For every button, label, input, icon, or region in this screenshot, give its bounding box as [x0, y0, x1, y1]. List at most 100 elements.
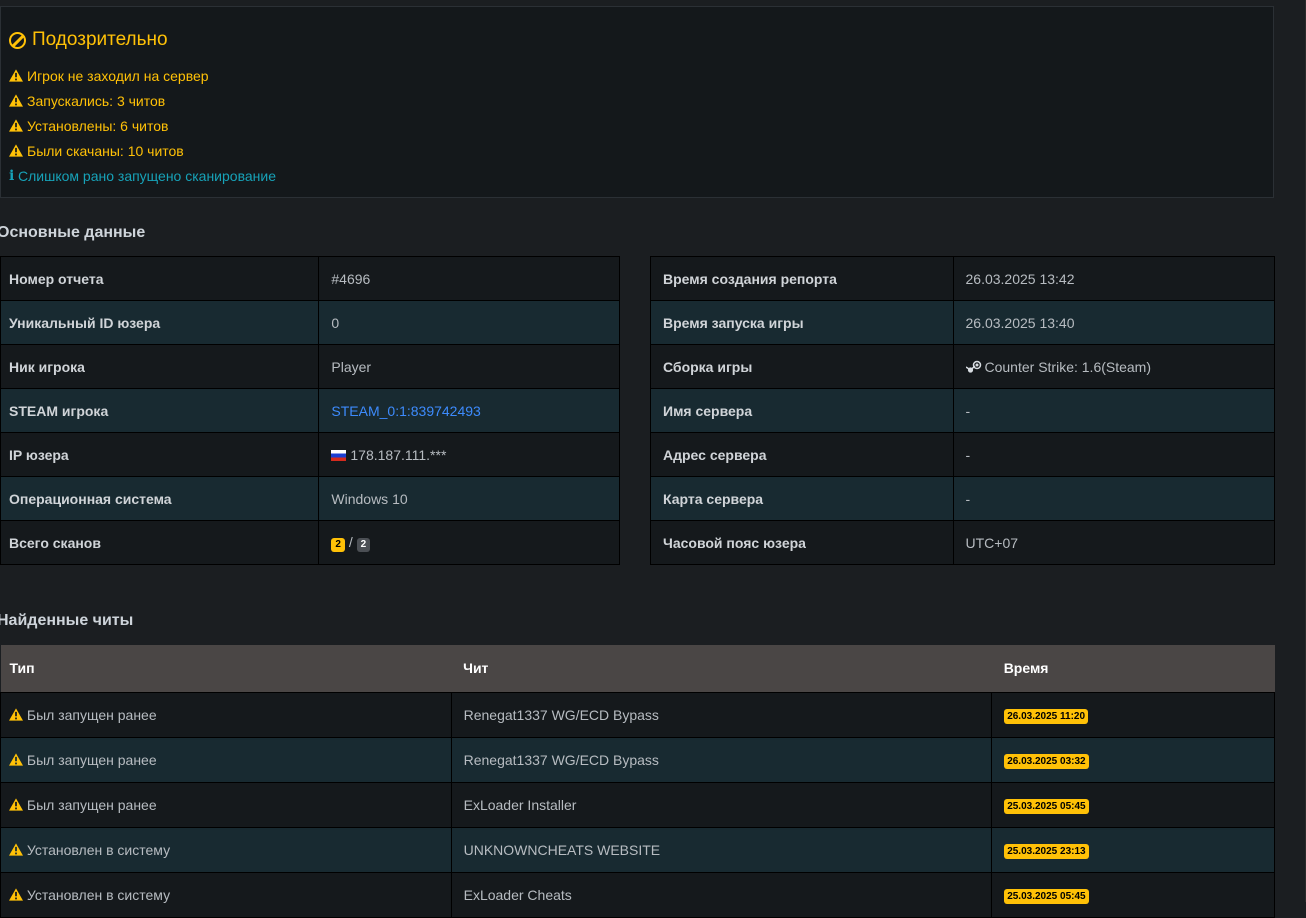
field-value: -: [952, 432, 1275, 477]
warning-icon: [9, 842, 23, 856]
cheat-type-cell: Был запущен ранее: [0, 781, 452, 828]
cheat-type-cell: Установлен в систему: [0, 826, 452, 873]
warning-icon: [9, 119, 23, 132]
field-value: Player: [318, 344, 620, 389]
table-row: Номер отчета #4696: [0, 256, 620, 301]
ip-cell: 178.187.111.***: [318, 432, 620, 477]
steam-id-cell: STEAM_0:1:839742493: [318, 388, 620, 433]
cheat-type: Установлен в систему: [26, 841, 171, 858]
field-label: Адрес сервера: [650, 432, 954, 477]
warning-icon: [9, 887, 23, 901]
field-label: IP юзера: [0, 432, 320, 477]
table-row: Ник игрока Player: [0, 344, 620, 389]
alert-line-text: Слишком рано запущено сканирование: [18, 167, 276, 184]
field-value: 0: [318, 300, 620, 345]
cheat-name: ExLoader Cheats: [450, 871, 993, 918]
column-header-time[interactable]: Время: [991, 645, 1275, 692]
alert-line: Установлены: 6 читов: [9, 113, 276, 138]
table-row: Адрес сервера -: [650, 432, 1275, 477]
time-badge: 25.03.2025 05:45: [1004, 888, 1089, 904]
ip-value: 178.187.111.***: [350, 446, 447, 463]
table-row: Время запуска игры 26.03.2025 13:40: [650, 300, 1275, 345]
field-label: Имя сервера: [650, 388, 954, 433]
field-label: Уникальный ID юзера: [0, 300, 320, 345]
alert-line-text: Установлены: 6 читов: [27, 117, 169, 134]
field-label: Операционная система: [0, 476, 320, 521]
alert-line-text: Запускались: 3 читов: [27, 92, 166, 109]
table-row: Установлен в систему UNKNOWNCHEATS WEBSI…: [0, 826, 1275, 873]
cheat-name: UNKNOWNCHEATS WEBSITE: [450, 826, 993, 873]
table-row: Карта сервера -: [650, 476, 1275, 521]
cheat-time-cell: 25.03.2025 23:13: [991, 826, 1275, 873]
warning-icon: [9, 752, 23, 766]
table-header-row: Тип Чит Время: [0, 645, 1275, 692]
alert-line: Были скачаны: 10 читов: [9, 138, 276, 163]
time-badge: 26.03.2025 03:32: [1004, 753, 1089, 769]
main-data-right-table: Время создания репорта 26.03.2025 13:42 …: [650, 256, 1275, 565]
time-badge: 26.03.2025 11:20: [1004, 708, 1089, 724]
main-data-title: Основные данные: [0, 224, 146, 241]
steam-id-link[interactable]: STEAM_0:1:839742493: [331, 403, 480, 419]
alert-title: Подозрительно: [9, 29, 168, 51]
cheat-type: Был запущен ранее: [26, 706, 157, 723]
alert-line-text: Игрок не заходил на сервер: [27, 67, 209, 84]
field-value: 26.03.2025 13:40: [952, 300, 1275, 345]
alert-title-text: Подозрительно: [32, 29, 168, 50]
cheat-time-cell: 26.03.2025 03:32: [991, 736, 1275, 783]
cheat-type-cell: Был запущен ранее: [0, 736, 452, 783]
cheat-type-cell: Был запущен ранее: [0, 691, 452, 738]
table-row: Всего сканов 2 / 2: [0, 520, 620, 565]
table-row: Установлен в систему ExLoader Cheats 25.…: [0, 871, 1275, 918]
field-value: -: [952, 388, 1275, 433]
table-row: Сборка игры Counter Strike: 1.6(Steam): [650, 344, 1275, 389]
field-label: Часовой пояс юзера: [650, 520, 954, 565]
cheat-type: Был запущен ранее: [26, 796, 157, 813]
main-data-left-table: Номер отчета #4696 Уникальный ID юзера 0…: [0, 256, 620, 565]
warning-icon: [9, 144, 23, 157]
table-row: Был запущен ранее Renegat1337 WG/ECD Byp…: [0, 736, 1275, 783]
warning-icon: [9, 707, 23, 721]
table-row: Имя сервера -: [650, 388, 1275, 433]
cheat-type: Установлен в систему: [26, 886, 171, 903]
cheat-type-cell: Установлен в систему: [0, 871, 452, 918]
cheat-name: Renegat1337 WG/ECD Bypass: [450, 691, 993, 738]
time-badge: 25.03.2025 23:13: [1004, 843, 1089, 859]
table-row: Уникальный ID юзера 0: [0, 300, 620, 345]
warning-icon: [9, 94, 23, 107]
field-value: 26.03.2025 13:42: [952, 256, 1275, 301]
game-build-value: Counter Strike: 1.6(Steam): [984, 358, 1152, 375]
scans-badge-current: 2: [331, 537, 345, 552]
russia-flag-icon: [331, 449, 347, 461]
field-value: -: [952, 476, 1275, 521]
field-label: Ник игрока: [0, 344, 320, 389]
table-row: Был запущен ранее ExLoader Installer 25.…: [0, 781, 1275, 828]
table-row: Был запущен ранее Renegat1337 WG/ECD Byp…: [0, 691, 1275, 738]
cheat-time-cell: 25.03.2025 05:45: [991, 781, 1275, 828]
field-label: STEAM игрока: [0, 388, 320, 433]
column-header-cheat[interactable]: Чит: [451, 645, 992, 692]
field-value: Windows 10: [318, 476, 620, 521]
cheat-time-cell: 25.03.2025 05:45: [991, 871, 1275, 918]
field-label: Карта сервера: [650, 476, 954, 521]
steam-icon: [965, 360, 981, 373]
warning-icon: [9, 797, 23, 811]
game-build-cell: Counter Strike: 1.6(Steam): [952, 344, 1275, 389]
field-label: Время запуска игры: [650, 300, 954, 345]
scans-cell: 2 / 2: [318, 520, 620, 565]
cheat-name: Renegat1337 WG/ECD Bypass: [450, 736, 993, 783]
cheats-title: Найденные читы: [0, 612, 134, 629]
field-value: #4696: [318, 256, 620, 301]
alert-line-text: Были скачаны: 10 читов: [27, 142, 184, 159]
table-row: IP юзера 178.187.111.***: [0, 432, 620, 477]
table-row: Время создания репорта 26.03.2025 13:42: [650, 256, 1275, 301]
alert-line-info: i Слишком рано запущено сканирование: [9, 163, 276, 188]
column-header-type[interactable]: Тип: [0, 645, 452, 692]
alert-line: Запускались: 3 читов: [9, 88, 276, 113]
cheats-table: Тип Чит Время Был запущен ранее Renegat1…: [0, 645, 1275, 918]
field-label: Всего сканов: [0, 520, 320, 565]
alert-line: Игрок не заходил на сервер: [9, 63, 276, 88]
scans-badge-total: 2: [356, 537, 371, 552]
suspicious-alert: Подозрительно Игрок не заходил на сервер…: [0, 6, 1274, 198]
field-label: Сборка игры: [650, 344, 954, 389]
table-row: Операционная система Windows 10: [0, 476, 620, 521]
